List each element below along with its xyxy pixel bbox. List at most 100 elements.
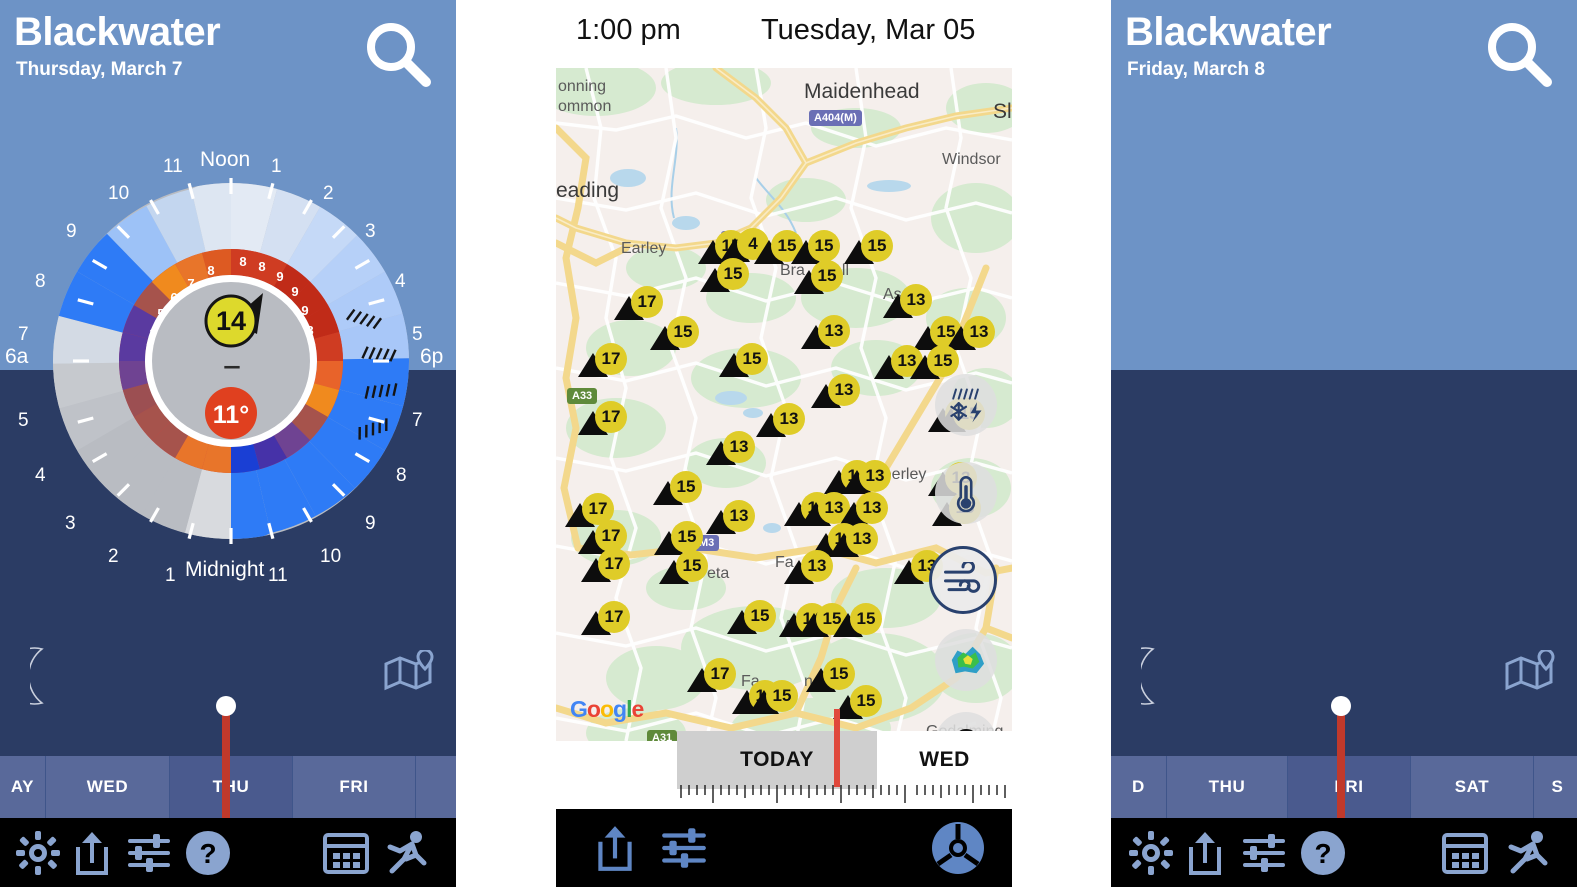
thermometer-icon[interactable]	[935, 462, 997, 524]
wind-marker[interactable]: 15	[844, 230, 894, 266]
timeline-ruler	[680, 785, 1006, 803]
share-icon[interactable]	[72, 829, 112, 877]
time-marker-handle[interactable]	[216, 696, 236, 716]
day-tab-2[interactable]: FRI	[1288, 756, 1411, 818]
wind-speed-value: 15	[766, 680, 798, 712]
header-date: Friday, March 8	[1127, 59, 1265, 80]
weather-clock-dial-thursday[interactable]: 88 99 98 75 54 33 25 55 44 33 56 78	[5, 148, 443, 586]
day-tab-0[interactable]: D	[1111, 756, 1167, 818]
help-icon[interactable]: ?	[184, 829, 232, 877]
calendar-icon[interactable]	[1441, 831, 1489, 875]
map-date: Tuesday, Mar 05	[761, 14, 976, 46]
gear-icon[interactable]	[1127, 829, 1175, 877]
wind-marker[interactable]: 13	[706, 431, 756, 467]
wind-speed-value: 13	[828, 374, 860, 406]
svg-text:9: 9	[276, 269, 283, 284]
road-shield: A31	[647, 730, 678, 741]
map-header: 1:00 pm Tuesday, Mar 05	[556, 0, 1012, 68]
precip-snow-icon[interactable]	[935, 374, 997, 436]
wind-marker[interactable]: 17	[581, 601, 631, 637]
search-icon[interactable]	[1483, 18, 1555, 90]
wind-marker[interactable]: 15	[659, 550, 709, 586]
day-tab-4[interactable]: S	[1534, 756, 1577, 818]
day-tab-3[interactable]: FRI	[293, 756, 416, 818]
svg-text:8: 8	[207, 263, 214, 278]
wind-marker[interactable]: 15	[833, 685, 883, 721]
wind-speed-value: 15	[927, 345, 959, 377]
sliders-icon[interactable]	[126, 829, 172, 877]
calendar-icon[interactable]	[322, 831, 370, 875]
share-icon[interactable]	[1185, 829, 1225, 877]
wind-marker[interactable]: 13	[756, 403, 806, 439]
day-tab-2[interactable]: THU	[170, 756, 293, 818]
map-place-label: Windsor	[942, 151, 1001, 168]
wind-marker[interactable]: 13	[801, 315, 851, 351]
page-title: Blackwater	[14, 10, 221, 54]
wind-marker[interactable]: 13	[784, 550, 834, 586]
wind-marker[interactable]: 15	[794, 260, 844, 296]
bottom-toolbar-left: ?	[0, 818, 456, 887]
map-viewport[interactable]: onning ommon Maidenhead Slough Windsor eading…	[556, 68, 1012, 741]
wind-marker[interactable]: 13	[706, 500, 756, 536]
timeline-now-marker	[834, 709, 840, 787]
wind-marker[interactable]: 15	[833, 603, 883, 639]
share-icon[interactable]	[594, 823, 636, 873]
wind-speed-value: 17	[631, 286, 663, 318]
wind-marker[interactable]: 15	[719, 343, 769, 379]
wind-speed-value: 15	[736, 343, 768, 375]
wind-speed-value: 15	[671, 521, 703, 553]
wind-marker[interactable]: 17	[578, 343, 628, 379]
compass-icon[interactable]	[930, 820, 986, 876]
bottom-toolbar-map	[556, 809, 1012, 887]
day-tab-0[interactable]: AY	[0, 756, 46, 818]
wind-marker[interactable]: 15	[650, 316, 700, 352]
wind-speed-value: 17	[598, 548, 630, 580]
wind-speed-value: 13	[801, 550, 833, 582]
sliders-icon[interactable]	[660, 823, 708, 873]
day-tab-4[interactable]	[416, 756, 456, 818]
wind-marker[interactable]: 13	[829, 523, 879, 559]
map-place-label: Earley	[621, 240, 667, 257]
map-pin-icon[interactable]	[1505, 650, 1555, 692]
wind-marker[interactable]: 17	[581, 548, 631, 584]
wind-marker[interactable]: 15	[910, 345, 960, 381]
wind-speed-value: 17	[595, 343, 627, 375]
help-icon[interactable]: ?	[1299, 829, 1347, 877]
wind-speed-value: 13	[773, 403, 805, 435]
wind-marker[interactable]: 15	[749, 680, 799, 716]
wind-icon[interactable]	[929, 546, 997, 614]
runner-icon[interactable]	[382, 829, 432, 877]
wind-marker[interactable]: 15	[727, 600, 777, 636]
bottom-toolbar-right: ?	[1111, 818, 1577, 887]
forecast-panel-friday: Blackwater Friday, March 8 D THU FRI SAT…	[1111, 0, 1577, 887]
wind-marker[interactable]: 15	[700, 258, 750, 294]
map-panel: 1:00 pm Tuesday, Mar 05 onning ommon Mai…	[556, 0, 1012, 887]
wind-speed-value: 13	[900, 284, 932, 316]
road-shield: A404(M)	[809, 110, 862, 126]
map-pin-icon[interactable]	[384, 650, 434, 692]
day-tab-1[interactable]: THU	[1167, 756, 1288, 818]
wind-marker[interactable]: 15	[653, 471, 703, 507]
time-marker-handle[interactable]	[1331, 696, 1351, 716]
search-icon[interactable]	[362, 18, 434, 90]
sliders-icon[interactable]	[1241, 829, 1287, 877]
wind-marker[interactable]: 13	[883, 284, 933, 320]
wind-marker[interactable]: 17	[687, 658, 737, 694]
runner-icon[interactable]	[1503, 829, 1553, 877]
wind-speed-value: 17	[598, 601, 630, 633]
header-left: Blackwater Thursday, March 7	[0, 0, 456, 110]
dial-gust-value: ---	[224, 355, 241, 378]
wind-marker[interactable]: 17	[578, 401, 628, 437]
time-marker-line	[222, 698, 230, 818]
timeline-scrubber[interactable]: TODAY WED	[677, 709, 1012, 809]
wind-speed-value: 15	[667, 316, 699, 348]
wind-marker[interactable]: 13	[811, 374, 861, 410]
forecast-panel-thursday: Blackwater Thursday, March 7 8 8 9 9 9 7…	[0, 0, 456, 887]
day-tab-1[interactable]: WED	[46, 756, 170, 818]
wind-marker[interactable]: 13	[842, 460, 892, 496]
wind-speed-value: 15	[850, 685, 882, 717]
radar-icon[interactable]	[935, 629, 997, 691]
gear-icon[interactable]	[14, 829, 62, 877]
day-tab-3[interactable]: SAT	[1411, 756, 1534, 818]
wind-speed-value: 15	[744, 600, 776, 632]
